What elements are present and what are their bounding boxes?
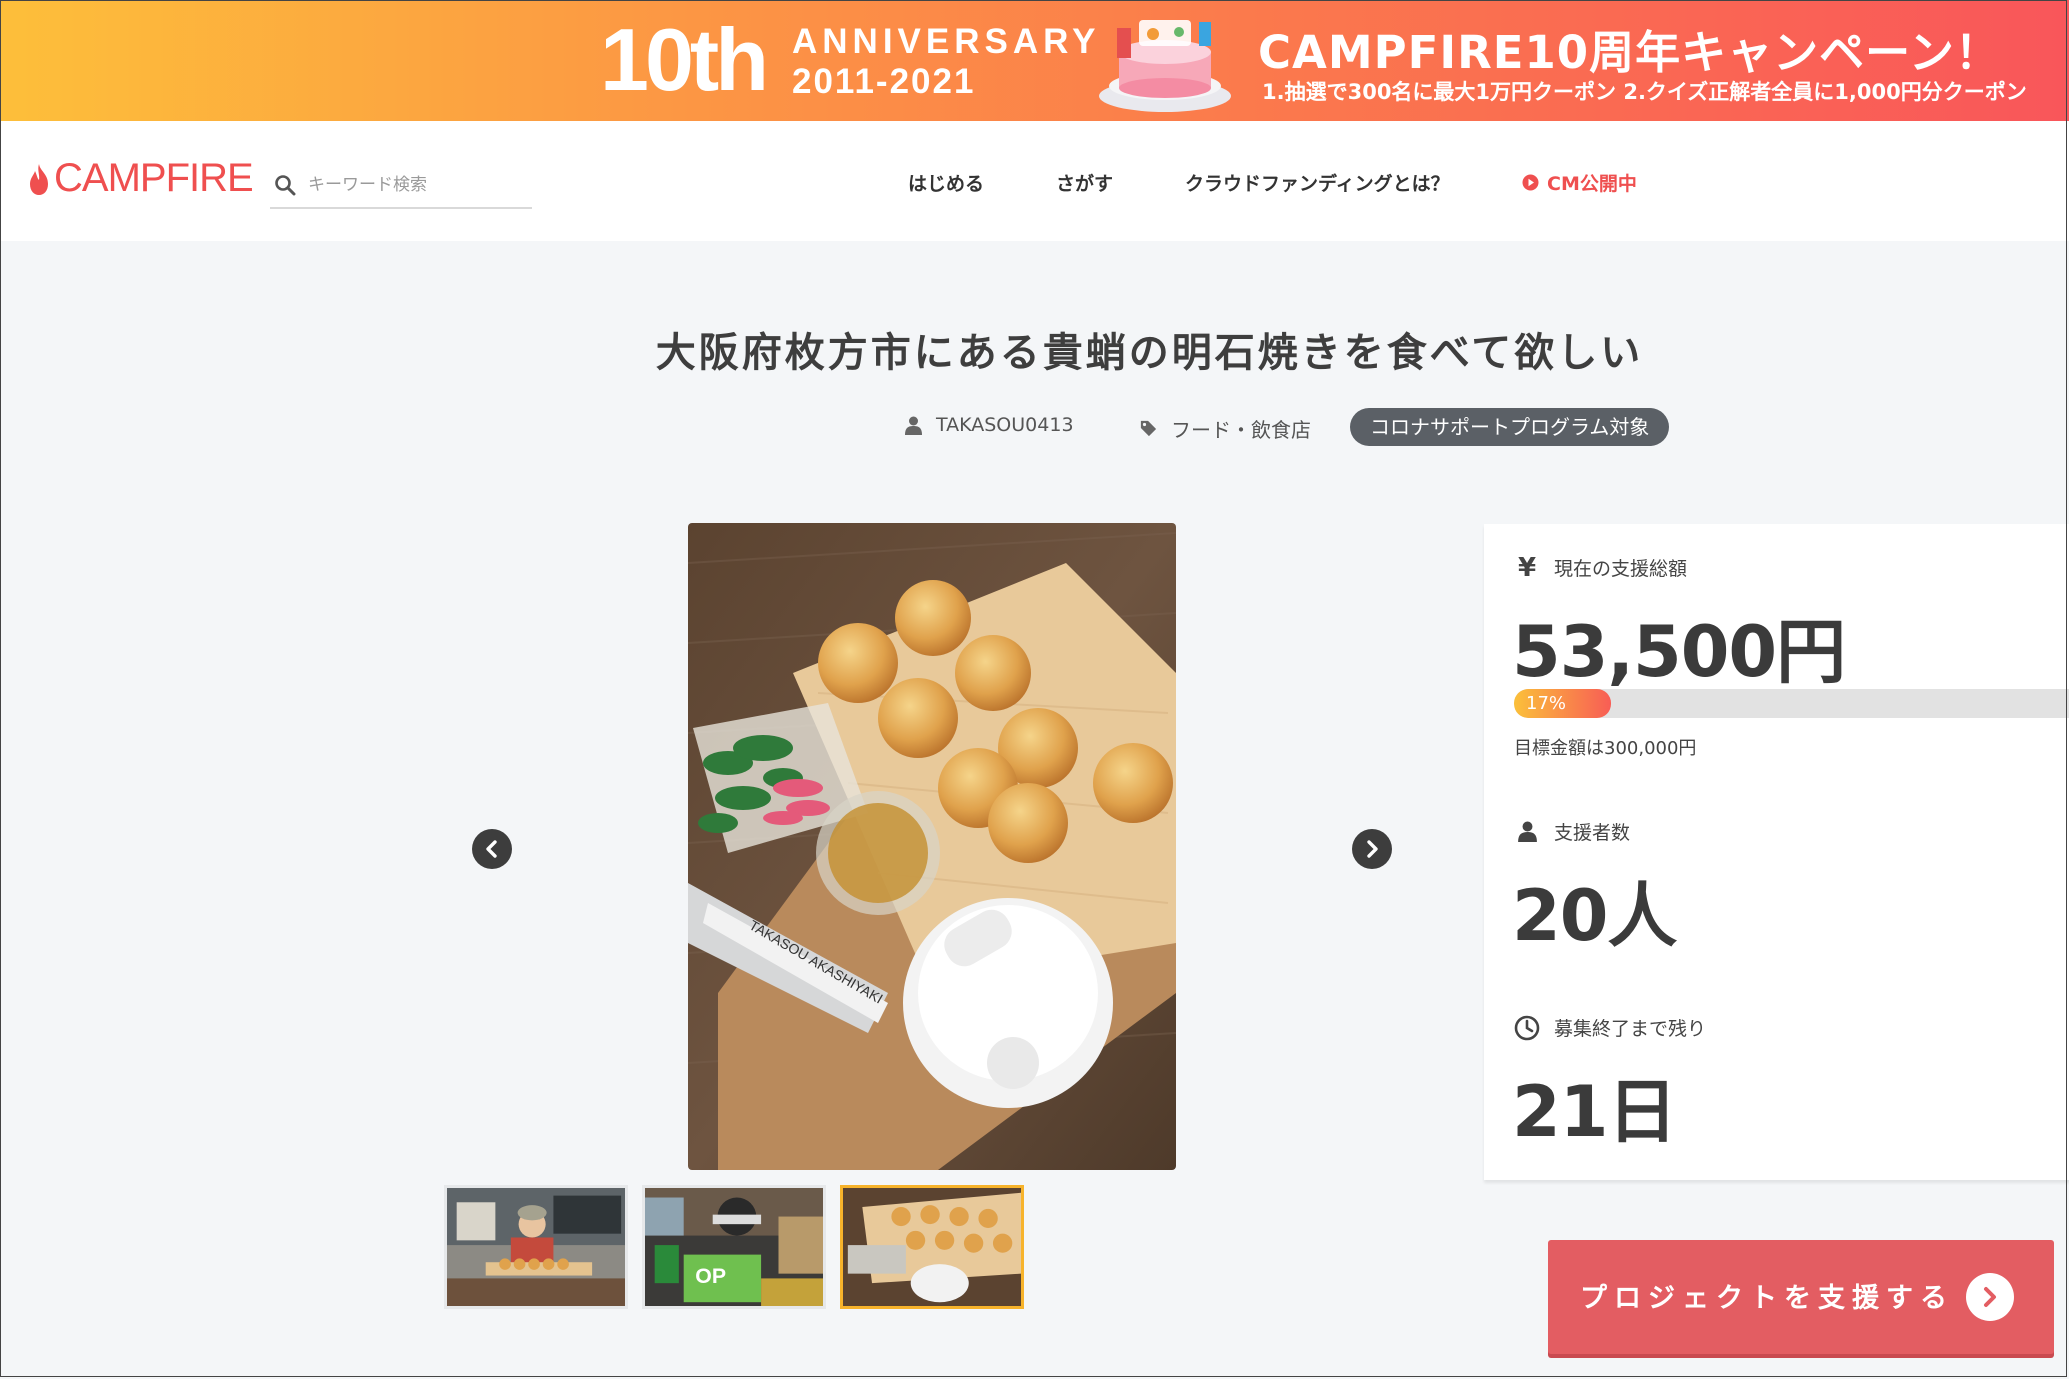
search-bar[interactable] [270, 163, 532, 209]
banner-campaign-title: CAMPFIRE10周年キャンペーン！ [1258, 26, 2001, 79]
user-icon [905, 416, 922, 435]
progress-fill: 17% [1514, 689, 1611, 718]
clock-icon [1514, 1015, 1540, 1041]
campfire-logo[interactable]: CAMPFIRE [28, 156, 254, 201]
raised-label-text: 現在の支援総額 [1554, 558, 1688, 580]
gallery-thumbnail-3-active[interactable] [840, 1185, 1024, 1309]
banner-campaign-subtitle: 1.抽選で300名に最大1万円クーポン 2.クイズ正解者全員に1,000円分クー… [1262, 80, 2027, 104]
search-icon [275, 175, 296, 196]
nav-start[interactable]: はじめる [908, 169, 984, 196]
logo-text: CAMPFIRE [54, 156, 254, 200]
nav-cm-label: CM公開中 [1547, 173, 1637, 195]
goal-amount: 目標金額は300,000円 [1514, 738, 1697, 759]
project-title: 大阪府枚方市にある貴蛸の明石焼きを食べて欲しい [655, 330, 1644, 376]
funding-progress-bar: 17% [1514, 689, 2069, 718]
chevron-left-icon [486, 840, 497, 858]
banner-years: 2011-2021 [792, 62, 976, 101]
cake-illustration-icon [1099, 20, 1231, 112]
raised-amount: 53,500円 [1512, 611, 1846, 693]
raised-label: ¥ 現在の支援総額 [1514, 552, 1688, 583]
corona-support-badge[interactable]: コロナサポートプログラム対象 [1350, 408, 1670, 446]
yen-icon: ¥ [1517, 552, 1537, 583]
main-project-photo[interactable]: TAKASOU AKASHIYAKI [688, 523, 1176, 1170]
gallery-next-button[interactable] [1352, 829, 1392, 869]
tag-icon [1140, 420, 1157, 437]
support-project-button[interactable]: プロジェクトを支援する [1548, 1240, 2054, 1354]
category-label: フード・飲食店 [1171, 418, 1311, 442]
play-circle-icon [1522, 174, 1539, 191]
chevron-right-icon [1367, 840, 1378, 858]
gallery-prev-button[interactable] [472, 829, 512, 869]
thumb-shop-image: OP [645, 1188, 823, 1306]
project-owner[interactable]: TAKASOU0413 [905, 414, 1074, 436]
akashiyaki-photo-image: TAKASOU AKASHIYAKI [688, 523, 1176, 1170]
remaining-label-text: 募集終了まで残り [1554, 1018, 1707, 1040]
arrow-circle-right-icon [1966, 1273, 2014, 1321]
backers-label-text: 支援者数 [1554, 822, 1631, 844]
search-input[interactable] [306, 174, 520, 196]
project-title-wrap: 大阪府枚方市にある貴蛸の明石焼きを食べて欲しい [0, 320, 2069, 378]
funding-stats-card: ¥ 現在の支援総額 53,500円 17% 目標金額は300,000円 支援者数… [1484, 524, 2069, 1180]
owner-name: TAKASOU0413 [936, 414, 1074, 436]
remaining-days: 21日 [1512, 1071, 1677, 1153]
gallery-thumbnail-2[interactable]: OP [642, 1185, 826, 1309]
user-icon [1514, 819, 1540, 845]
remaining-label: 募集終了まで残り [1514, 1014, 1706, 1041]
gallery-thumbnail-1[interactable] [444, 1185, 628, 1309]
banner-anniversary: ANNIVERSARY [792, 22, 1101, 61]
support-project-label: プロジェクトを支援する [1580, 1283, 1954, 1314]
backers-label: 支援者数 [1514, 818, 1630, 845]
progress-percent: 17% [1526, 693, 1567, 714]
banner-10th: 10th [600, 10, 769, 109]
svg-text:OP: OP [695, 1265, 726, 1288]
site-header: CAMPFIRE はじめる さがす クラウドファンディングとは？ CM公開中 [0, 121, 2069, 241]
anniversary-banner[interactable]: 10th ANNIVERSARY 2011-2021 CAMPFIRE10周年キ… [0, 0, 2069, 121]
nav-search[interactable]: さがす [1056, 169, 1113, 196]
project-category[interactable]: フード・飲食店 [1140, 414, 1311, 443]
nav-about-crowdfunding[interactable]: クラウドファンディングとは？ [1185, 169, 1450, 196]
backers-count: 20人 [1512, 875, 1677, 957]
flame-icon [30, 163, 48, 195]
thumb-chef-image [447, 1188, 625, 1306]
nav-cm[interactable]: CM公開中 [1522, 169, 1637, 196]
thumb-akashiyaki-image [843, 1188, 1021, 1306]
